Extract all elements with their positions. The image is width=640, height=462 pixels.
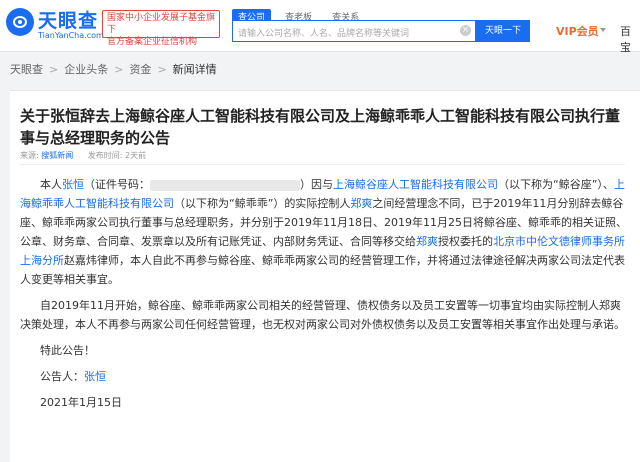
tianyancha-logo-icon[interactable] bbox=[6, 8, 34, 36]
article-meta: 来源: 搜狐新闻 发布时间: 2天前 bbox=[20, 150, 146, 161]
person-link-zhengshuang-2[interactable]: 郑爽 bbox=[416, 235, 438, 248]
breadcrumb-capital[interactable]: 资金 bbox=[129, 61, 151, 77]
announcer-link[interactable]: 张恒 bbox=[84, 370, 106, 383]
text-segment: 本人 bbox=[40, 178, 62, 191]
breadcrumb-separator: > bbox=[157, 63, 167, 76]
badge-line-2: 官方备案企业征信机构 bbox=[107, 37, 198, 47]
breadcrumb: 天眼查 > 企业头条 > 资金 > 新闻详情 bbox=[10, 61, 217, 77]
redacted-id-number bbox=[150, 179, 300, 191]
search-input[interactable] bbox=[233, 24, 463, 44]
chevron-down-icon[interactable] bbox=[600, 28, 606, 32]
top-header: 天眼查 TianYanCha.com 国家中小企业发展子基金旗下 官方备案企业征… bbox=[0, 0, 640, 55]
more-menu[interactable]: 百宝 bbox=[620, 23, 640, 55]
search-tabs: 查公司 查老板 查关系 bbox=[232, 5, 368, 24]
text-segment: ）因与 bbox=[300, 178, 333, 191]
certification-badge: 国家中小企业发展子基金旗下 官方备案企业征信机构 bbox=[102, 10, 220, 47]
clear-icon[interactable]: × bbox=[460, 25, 471, 36]
text-segment: （以下称为“鲸谷座”）、 bbox=[498, 178, 614, 191]
person-link-zhengshuang[interactable]: 郑爽 bbox=[350, 197, 372, 210]
source-link[interactable]: 搜狐新闻 bbox=[41, 151, 73, 160]
breadcrumb-home[interactable]: 天眼查 bbox=[10, 61, 43, 77]
article-body: 本人张恒（证件号码： ）因与上海鲸谷座人工智能科技有限公司（以下称为“鲸谷座”）、… bbox=[20, 175, 630, 419]
announcer-label: 公告人： bbox=[40, 370, 84, 383]
paragraph-2: 自2019年11月开始，鲸谷座、鲸乖乖两家公司相关的经营管理、债权债务以及员工安… bbox=[20, 299, 625, 331]
announcement-date: 2021年1月15日 bbox=[40, 396, 122, 409]
breadcrumb-current: 新闻详情 bbox=[172, 63, 217, 76]
article-card: 关于张恒辞去上海鲸谷座人工智能科技有限公司及上海鲸乖乖人工智能科技有限公司执行董… bbox=[10, 90, 640, 462]
person-link-zhangheng[interactable]: 张恒 bbox=[62, 178, 84, 191]
breadcrumb-separator: > bbox=[49, 63, 59, 76]
text-segment: 赵嘉炜律师，本人自此不再参与鲸谷座、鲸乖乖两家公司的经营管理工作，并将通过法律途… bbox=[20, 254, 625, 286]
logo-domain: TianYanCha.com bbox=[38, 31, 104, 40]
time-label: 发布时间: bbox=[87, 151, 123, 160]
logo-text[interactable]: 天眼查 bbox=[38, 6, 98, 33]
text-segment: （证件号码： bbox=[84, 178, 150, 191]
paragraph-1: 本人张恒（证件号码： ）因与上海鲸谷座人工智能科技有限公司（以下称为“鲸谷座”）、… bbox=[20, 175, 630, 289]
source-label: 来源: bbox=[20, 151, 39, 160]
breadcrumb-separator: > bbox=[114, 63, 124, 76]
breadcrumb-headlines[interactable]: 企业头条 bbox=[64, 61, 108, 77]
divider bbox=[20, 164, 625, 165]
badge-line-1: 国家中小企业发展子基金旗下 bbox=[107, 13, 216, 35]
search-button[interactable]: 天眼一下 bbox=[476, 20, 530, 42]
search-box: × bbox=[232, 20, 476, 44]
closing-statement: 特此公告！ bbox=[40, 344, 95, 357]
vip-member-link[interactable]: VIP会员 bbox=[556, 23, 599, 39]
publish-time: 2天前 bbox=[125, 151, 147, 160]
company-link-jinggu[interactable]: 上海鲸谷座人工智能科技有限公司 bbox=[333, 178, 498, 191]
article-title: 关于张恒辞去上海鲸谷座人工智能科技有限公司及上海鲸乖乖人工智能科技有限公司执行董… bbox=[20, 107, 621, 147]
text-segment: （以下称为“鲸乖乖”）的实际控制人 bbox=[174, 197, 351, 210]
announcer-line: 公告人：张恒 bbox=[20, 367, 630, 386]
text-segment: 授权委托的 bbox=[438, 235, 493, 248]
